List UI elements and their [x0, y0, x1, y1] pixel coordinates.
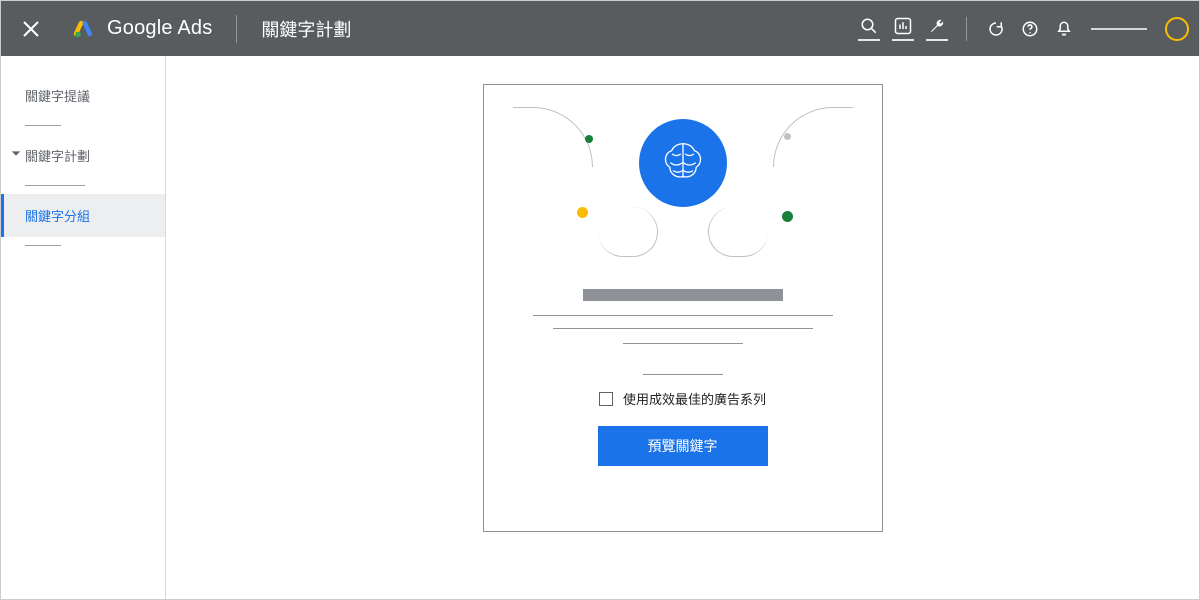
- sidebar-item-label: 關鍵字分組: [25, 209, 90, 224]
- wrench-icon: [928, 17, 946, 35]
- placeholder-line: [623, 343, 743, 344]
- header-separator-2: [966, 17, 967, 41]
- tools-button[interactable]: [920, 17, 954, 41]
- sidebar-item-label: 關鍵字計劃: [25, 149, 90, 164]
- sidebar-item-plan[interactable]: 關鍵字計劃: [1, 134, 165, 177]
- reports-button[interactable]: [886, 17, 920, 41]
- placeholder-line: [533, 315, 833, 316]
- sidebar-divider: [25, 245, 61, 246]
- placeholder-text-block: [533, 289, 833, 375]
- google-ads-logo-icon: [73, 18, 95, 40]
- notifications-button[interactable]: [1047, 12, 1081, 46]
- preview-keywords-button[interactable]: 預覽關鍵字: [598, 426, 768, 466]
- help-button[interactable]: [1013, 12, 1047, 46]
- sidebar-item-groups[interactable]: 關鍵字分組: [1, 194, 165, 237]
- sidebar-divider: [25, 185, 85, 186]
- placeholder-bar: [583, 289, 783, 301]
- checkbox-label: 使用成效最佳的廣告系列: [623, 389, 766, 408]
- placeholder-line: [643, 374, 723, 375]
- bell-icon: [1055, 20, 1073, 38]
- search-button[interactable]: [852, 17, 886, 41]
- close-icon: [23, 21, 39, 37]
- account-placeholder-line: [1091, 28, 1147, 30]
- app-header: Google Ads 關鍵字計劃: [1, 1, 1199, 56]
- brand-label: Google Ads: [107, 17, 212, 40]
- help-icon: [1021, 20, 1039, 38]
- refresh-icon: [987, 20, 1005, 38]
- empty-state-card: 使用成效最佳的廣告系列 預覽關鍵字: [483, 84, 883, 532]
- sidebar-divider: [25, 125, 61, 126]
- bar-chart-icon: [894, 17, 912, 35]
- refresh-button[interactable]: [979, 12, 1013, 46]
- checkbox-icon[interactable]: [599, 392, 613, 406]
- left-sidebar: 關鍵字提議 關鍵字計劃 關鍵字分組: [1, 56, 166, 599]
- search-icon: [860, 17, 878, 35]
- header-separator: [236, 15, 237, 43]
- main-content: 使用成效最佳的廣告系列 預覽關鍵字: [166, 56, 1199, 599]
- placeholder-line: [553, 328, 813, 329]
- button-label: 預覽關鍵字: [648, 436, 718, 456]
- account-avatar[interactable]: [1165, 17, 1189, 41]
- sidebar-item-ideas[interactable]: 關鍵字提議: [1, 74, 165, 117]
- sidebar-item-label: 關鍵字提議: [25, 89, 90, 104]
- close-button[interactable]: [15, 13, 47, 45]
- illustration: [503, 115, 863, 265]
- page-title: 關鍵字計劃: [261, 16, 351, 42]
- best-performance-checkbox-row[interactable]: 使用成效最佳的廣告系列: [599, 389, 766, 408]
- brain-icon: [639, 119, 727, 207]
